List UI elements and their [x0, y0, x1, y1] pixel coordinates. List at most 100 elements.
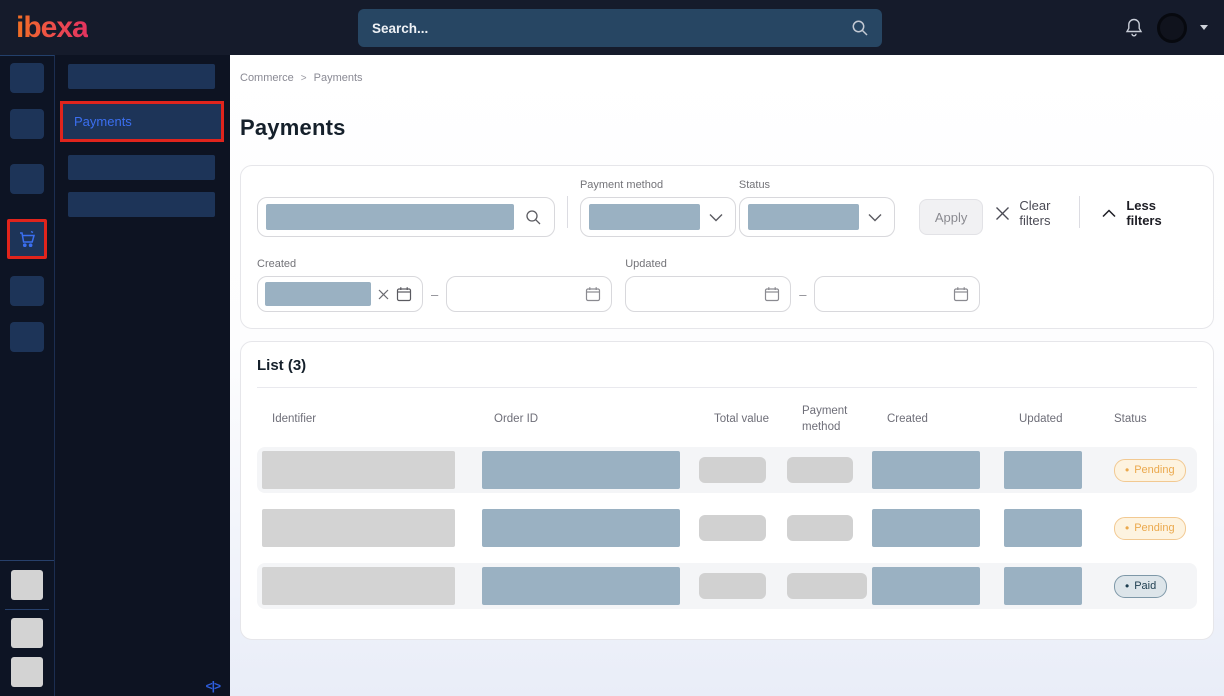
payments-list-panel: List (3) Identifier Order ID Total value…	[240, 341, 1214, 640]
table-header-row: Identifier Order ID Total value Payment …	[257, 390, 1197, 447]
app-window: ibexa	[0, 0, 1224, 696]
rail-item-2[interactable]	[10, 109, 44, 139]
top-bar: ibexa	[0, 0, 1224, 55]
updated-from-input[interactable]	[625, 276, 791, 312]
status-select[interactable]	[739, 197, 895, 237]
redacted-created	[872, 509, 980, 547]
less-filters-button[interactable]: Less filters	[1102, 198, 1189, 228]
list-title: List (3)	[257, 357, 1197, 374]
table-row[interactable]: Pending	[257, 447, 1197, 493]
redacted-created	[872, 567, 980, 605]
apply-button[interactable]: Apply	[919, 199, 984, 235]
redacted-identifier	[262, 509, 455, 547]
sidebar-collapse-icon[interactable]: <|>	[206, 679, 220, 693]
sidebar-panel: Payments <|>	[55, 55, 230, 696]
notifications-bell-icon[interactable]	[1124, 17, 1144, 39]
user-menu-caret-icon[interactable]	[1200, 25, 1208, 30]
sidebar-item-3[interactable]	[68, 155, 215, 180]
status-label: Status	[739, 179, 895, 191]
search-icon	[525, 209, 542, 226]
global-search-input[interactable]	[358, 9, 851, 47]
sidebar-item-1[interactable]	[68, 64, 215, 89]
redacted-identifier	[262, 567, 455, 605]
redacted-payment-method-value	[589, 204, 700, 230]
table-row[interactable]: Pending	[257, 505, 1197, 551]
created-from-input[interactable]	[257, 276, 423, 312]
col-payment-method: Payment method	[787, 390, 872, 447]
sidebar-item-payments-active[interactable]: Payments	[60, 101, 224, 142]
rail-item-1[interactable]	[10, 63, 44, 93]
filters-row-1: Payment method Status	[257, 179, 1197, 237]
table-row[interactable]: Paid	[257, 563, 1197, 609]
calendar-icon[interactable]	[953, 286, 969, 302]
redacted-date-value	[265, 282, 371, 306]
page-title: Payments	[240, 115, 1214, 141]
rail-divider	[5, 609, 49, 610]
redacted-order-id	[482, 509, 680, 547]
range-dash: –	[431, 287, 438, 302]
payment-method-select[interactable]	[580, 197, 736, 237]
top-bar-right	[1124, 13, 1208, 43]
status-badge: Pending	[1114, 459, 1186, 482]
col-updated: Updated	[1004, 390, 1104, 447]
updated-range-group: Updated	[625, 258, 980, 312]
status-badge: Paid	[1114, 575, 1167, 598]
cart-icon	[16, 228, 38, 250]
sidebar-item-4[interactable]	[68, 192, 215, 217]
col-order-id: Order ID	[479, 390, 699, 447]
breadcrumb-commerce[interactable]: Commerce	[240, 72, 294, 84]
calendar-icon[interactable]	[585, 286, 601, 302]
calendar-icon[interactable]	[396, 286, 412, 302]
rail-item-commerce-active[interactable]	[7, 219, 47, 259]
redacted-identifier	[262, 451, 455, 489]
filters-panel: Payment method Status	[240, 165, 1214, 329]
rail-item-3[interactable]	[10, 164, 44, 194]
breadcrumb-payments: Payments	[314, 72, 363, 84]
rail-item-5[interactable]	[10, 276, 44, 306]
redacted-order-id	[482, 567, 680, 605]
col-status: Status	[1104, 390, 1197, 447]
redacted-created	[872, 451, 980, 489]
clear-filters-button[interactable]: Clear filters	[995, 198, 1079, 228]
updated-label: Updated	[625, 258, 980, 270]
clear-filters-label: Clear filters	[1019, 198, 1079, 228]
redacted-payment-method	[787, 573, 867, 599]
close-icon	[995, 206, 1010, 221]
redacted-total-value	[699, 573, 766, 599]
rail-item-6[interactable]	[10, 322, 44, 352]
user-avatar[interactable]	[1157, 13, 1187, 43]
rail-bottom-item-2[interactable]	[11, 618, 43, 648]
chevron-down-icon	[709, 213, 723, 222]
redacted-updated	[1004, 567, 1082, 605]
payment-method-group: Payment method	[580, 179, 736, 237]
calendar-icon[interactable]	[764, 286, 780, 302]
ibexa-logo: ibexa	[16, 11, 88, 45]
col-total-value: Total value	[699, 390, 787, 447]
global-search[interactable]	[358, 9, 882, 47]
chevron-up-icon	[1102, 209, 1116, 218]
rail-bottom-item-3[interactable]	[11, 657, 43, 687]
list-divider	[257, 387, 1197, 388]
redacted-updated	[1004, 509, 1082, 547]
redacted-search-value	[266, 204, 514, 230]
updated-to-input[interactable]	[814, 276, 980, 312]
payment-method-label: Payment method	[580, 179, 736, 191]
redacted-order-id	[482, 451, 680, 489]
breadcrumb-separator: >	[301, 73, 307, 84]
sidebar-item-payments-label: Payments	[74, 114, 132, 129]
created-to-input[interactable]	[446, 276, 612, 312]
col-identifier: Identifier	[257, 390, 479, 447]
filter-divider	[1079, 196, 1080, 228]
status-badge: Pending	[1114, 517, 1186, 540]
rail-bottom-item-1[interactable]	[11, 570, 43, 600]
filter-search-input[interactable]	[257, 197, 555, 237]
clear-date-icon[interactable]	[378, 289, 389, 300]
filter-divider	[567, 196, 568, 228]
redacted-status-value	[748, 204, 859, 230]
main-content: Commerce > Payments Payments	[230, 55, 1224, 696]
col-created: Created	[872, 390, 1004, 447]
chevron-down-icon	[868, 213, 882, 222]
created-label: Created	[257, 258, 612, 270]
rail-bottom-group	[0, 560, 54, 696]
redacted-total-value	[699, 457, 766, 483]
